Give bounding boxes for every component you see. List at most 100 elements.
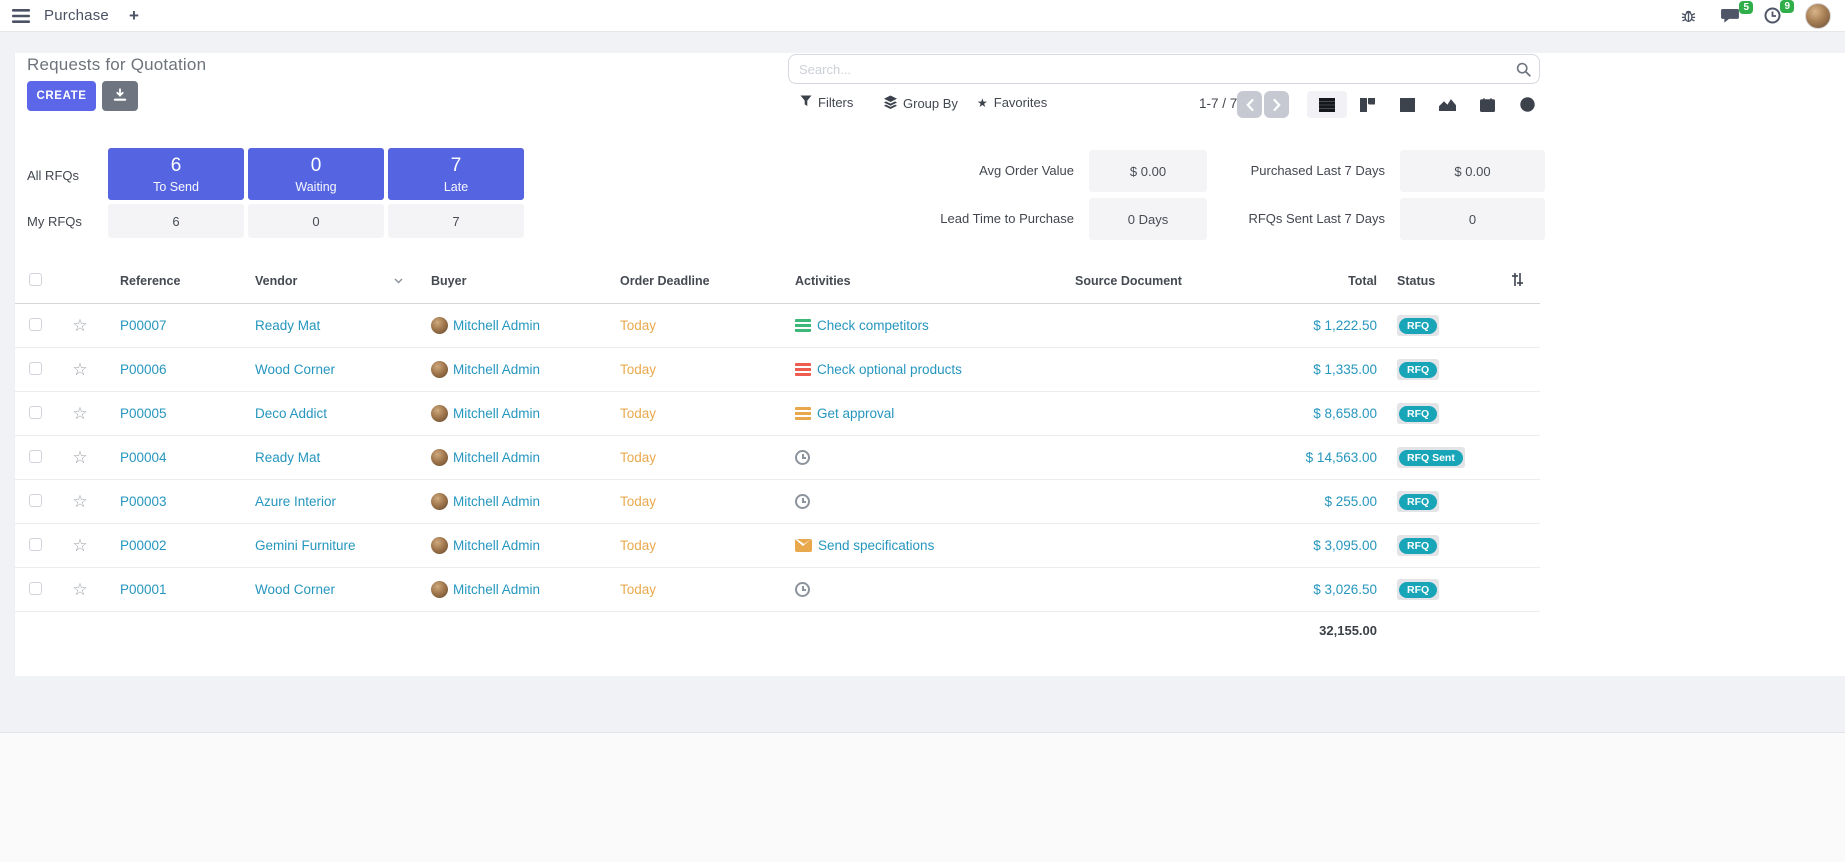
- header-buyer[interactable]: Buyer: [415, 274, 605, 288]
- header-total[interactable]: Total: [1285, 274, 1385, 288]
- stat-tile-waiting[interactable]: 0Waiting: [248, 148, 384, 200]
- activity-icon[interactable]: [795, 363, 811, 376]
- list-view-button[interactable]: [1307, 91, 1347, 118]
- page-bottom-area: [0, 733, 1845, 862]
- total-value: $ 14,563.00: [1306, 450, 1377, 465]
- calendar-view-button[interactable]: [1467, 91, 1507, 118]
- vendor-link[interactable]: Wood Corner: [255, 582, 335, 597]
- table-row[interactable]: ☆ P00005 Deco Addict Mitchell Admin Toda…: [15, 392, 1540, 436]
- graph-view-button[interactable]: [1427, 91, 1467, 118]
- reference-link[interactable]: P00007: [120, 318, 167, 333]
- activities-clock-icon[interactable]: 9: [1764, 7, 1781, 24]
- header-activities[interactable]: Activities: [780, 274, 1060, 288]
- vendor-link[interactable]: Deco Addict: [255, 406, 327, 421]
- row-checkbox[interactable]: [29, 318, 42, 331]
- my-waiting-tile[interactable]: 0: [248, 204, 384, 238]
- kanban-view-button[interactable]: [1347, 91, 1387, 118]
- status-badge: RFQ: [1399, 362, 1437, 378]
- header-vendor[interactable]: Vendor: [240, 274, 415, 288]
- favorite-star-icon[interactable]: ☆: [72, 404, 87, 423]
- reference-link[interactable]: P00006: [120, 362, 167, 377]
- table-row[interactable]: ☆ P00003 Azure Interior Mitchell Admin T…: [15, 480, 1540, 524]
- hamburger-menu-icon[interactable]: [12, 9, 30, 23]
- reference-link[interactable]: P00002: [120, 538, 167, 553]
- favorite-star-icon[interactable]: ☆: [72, 536, 87, 555]
- buyer-link[interactable]: Mitchell Admin: [453, 450, 540, 465]
- select-all-checkbox[interactable]: [29, 273, 42, 286]
- pivot-view-button[interactable]: [1387, 91, 1427, 118]
- favorites-button[interactable]: ★ Favorites: [977, 95, 1047, 110]
- activity-label[interactable]: Check competitors: [817, 318, 929, 333]
- app-title[interactable]: Purchase: [44, 7, 109, 24]
- order-deadline-value: Today: [620, 318, 656, 333]
- pager-next-button[interactable]: [1264, 91, 1289, 118]
- table-row[interactable]: ☆ P00001 Wood Corner Mitchell Admin Toda…: [15, 568, 1540, 612]
- search-icon[interactable]: [1516, 62, 1531, 82]
- table-row[interactable]: ☆ P00006 Wood Corner Mitchell Admin Toda…: [15, 348, 1540, 392]
- favorite-star-icon[interactable]: ☆: [72, 316, 87, 335]
- vendor-link[interactable]: Ready Mat: [255, 318, 320, 333]
- activity-view-button[interactable]: [1507, 91, 1547, 118]
- activity-label[interactable]: Check optional products: [817, 362, 962, 377]
- buyer-link[interactable]: Mitchell Admin: [453, 494, 540, 509]
- header-order-deadline[interactable]: Order Deadline: [605, 274, 780, 288]
- row-checkbox[interactable]: [29, 538, 42, 551]
- row-checkbox[interactable]: [29, 494, 42, 507]
- row-checkbox[interactable]: [29, 450, 42, 463]
- row-checkbox[interactable]: [29, 362, 42, 375]
- buyer-link[interactable]: Mitchell Admin: [453, 582, 540, 597]
- activity-label[interactable]: Get approval: [817, 406, 894, 421]
- header-reference[interactable]: Reference: [105, 274, 240, 288]
- buyer-link[interactable]: Mitchell Admin: [453, 318, 540, 333]
- header-source-document[interactable]: Source Document: [1060, 274, 1285, 288]
- stat-tile-to-send[interactable]: 6To Send: [108, 148, 244, 200]
- row-checkbox[interactable]: [29, 582, 42, 595]
- search-input[interactable]: [788, 54, 1540, 84]
- favorite-star-icon[interactable]: ☆: [72, 580, 87, 599]
- pager-range: 1-7 / 7: [1199, 96, 1237, 111]
- messages-icon[interactable]: 5: [1720, 8, 1740, 24]
- activity-icon[interactable]: [795, 407, 811, 420]
- activity-icon[interactable]: [795, 319, 811, 332]
- my-late-tile[interactable]: 7: [388, 204, 524, 238]
- favorite-star-icon[interactable]: ☆: [72, 448, 87, 467]
- status-badge: RFQ: [1399, 406, 1437, 422]
- user-avatar[interactable]: [1805, 3, 1831, 29]
- order-deadline-value: Today: [620, 494, 656, 509]
- my-to-send-tile[interactable]: 6: [108, 204, 244, 238]
- new-tab-plus-icon[interactable]: +: [129, 7, 139, 24]
- favorite-star-icon[interactable]: ☆: [72, 492, 87, 511]
- my-rfqs-label: My RFQs: [27, 214, 82, 229]
- stat-tile-late[interactable]: 7Late: [388, 148, 524, 200]
- all-rfqs-label: All RFQs: [27, 168, 79, 183]
- activity-clock-icon[interactable]: [795, 450, 810, 465]
- activity-clock-icon[interactable]: [795, 582, 810, 597]
- pager-previous-button[interactable]: [1237, 91, 1262, 118]
- row-checkbox[interactable]: [29, 406, 42, 419]
- table-row[interactable]: ☆ P00004 Ready Mat Mitchell Admin Today …: [15, 436, 1540, 480]
- table-row[interactable]: ☆ P00007 Ready Mat Mitchell Admin Today …: [15, 304, 1540, 348]
- buyer-link[interactable]: Mitchell Admin: [453, 362, 540, 377]
- reference-link[interactable]: P00005: [120, 406, 167, 421]
- vendor-link[interactable]: Azure Interior: [255, 494, 336, 509]
- filters-button[interactable]: Filters: [800, 95, 853, 110]
- reference-link[interactable]: P00003: [120, 494, 167, 509]
- vendor-link[interactable]: Wood Corner: [255, 362, 335, 377]
- vendor-link[interactable]: Gemini Furniture: [255, 538, 356, 553]
- activity-label[interactable]: Send specifications: [818, 538, 934, 553]
- table-row[interactable]: ☆ P00002 Gemini Furniture Mitchell Admin…: [15, 524, 1540, 568]
- debug-bug-icon[interactable]: [1681, 8, 1696, 23]
- reference-link[interactable]: P00001: [120, 582, 167, 597]
- reference-link[interactable]: P00004: [120, 450, 167, 465]
- activity-envelope-icon[interactable]: [795, 539, 812, 552]
- vendor-link[interactable]: Ready Mat: [255, 450, 320, 465]
- favorite-star-icon[interactable]: ☆: [72, 360, 87, 379]
- group-by-button[interactable]: Group By: [884, 95, 958, 112]
- header-status[interactable]: Status: [1385, 274, 1495, 288]
- optional-columns-icon[interactable]: [1511, 276, 1524, 290]
- buyer-link[interactable]: Mitchell Admin: [453, 406, 540, 421]
- buyer-link[interactable]: Mitchell Admin: [453, 538, 540, 553]
- activity-clock-icon[interactable]: [795, 494, 810, 509]
- rfqs-sent-last-7-days-label: RFQs Sent Last 7 Days: [1155, 211, 1385, 226]
- total-value: $ 3,095.00: [1313, 538, 1377, 553]
